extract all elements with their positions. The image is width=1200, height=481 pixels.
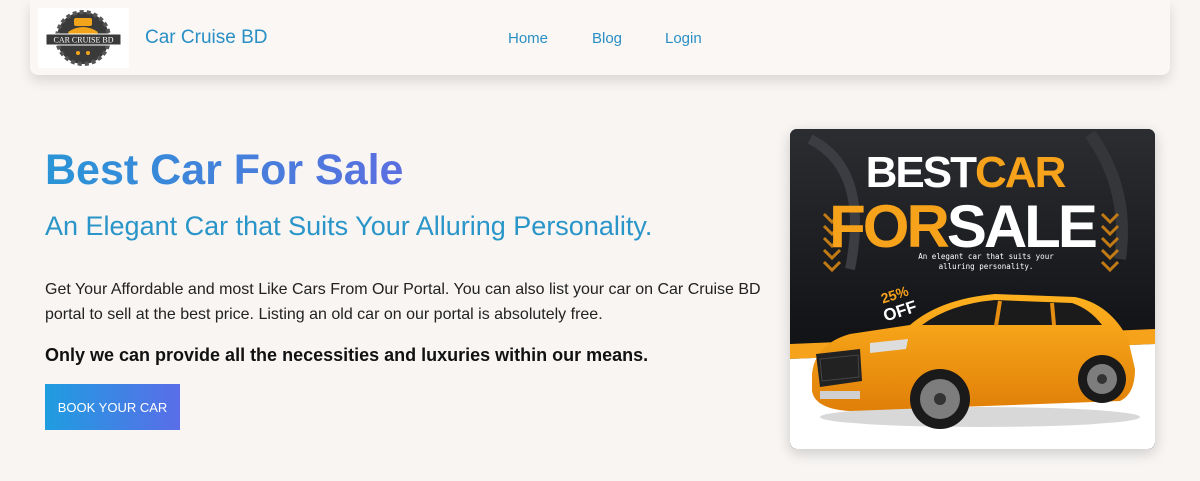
hero-title: Best Car For Sale bbox=[45, 146, 404, 194]
book-your-car-button[interactable]: BOOK YOUR CAR bbox=[45, 384, 180, 430]
logo[interactable]: CAR CRUISE BD bbox=[38, 8, 129, 68]
nav-home-link[interactable]: Home bbox=[508, 30, 548, 47]
promo-caption-line2: alluring personality. bbox=[939, 262, 1034, 271]
navbar: CAR CRUISE BD Car Cruise BD Home Blog Lo… bbox=[30, 0, 1170, 75]
brand-name[interactable]: Car Cruise BD bbox=[145, 27, 267, 49]
promo-sale-text: SALE bbox=[947, 193, 1096, 260]
hero-subtitle: An Elegant Car that Suits Your Alluring … bbox=[45, 211, 653, 241]
svg-text:FORSALE: FORSALE bbox=[829, 193, 1096, 260]
promo-caption-line1: An elegant car that suits your bbox=[918, 252, 1054, 261]
promo-image: BESTCAR FORSALE An elegant car that suit… bbox=[790, 129, 1155, 449]
promo-for-text: FOR bbox=[829, 193, 949, 260]
promo-car-text: CAR bbox=[975, 148, 1066, 197]
hero-description: Get Your Affordable and most Like Cars F… bbox=[45, 281, 761, 323]
promo-best-text: BEST bbox=[866, 148, 977, 197]
hero-tagline: Only we can provide all the necessities … bbox=[45, 345, 649, 365]
logo-badge-icon: CAR CRUISE BD bbox=[45, 10, 122, 66]
logo-text: CAR CRUISE BD bbox=[53, 36, 113, 45]
nav-blog-link[interactable]: Blog bbox=[592, 30, 622, 47]
svg-text:BESTCAR: BESTCAR bbox=[866, 148, 1066, 197]
nav-login-link[interactable]: Login bbox=[665, 30, 702, 47]
